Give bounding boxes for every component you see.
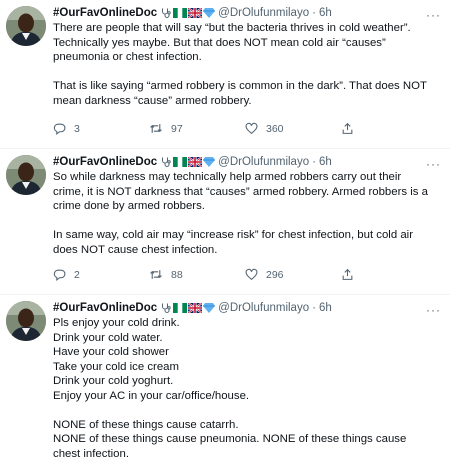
tweet-actions: 2 88 296 [53, 268, 401, 281]
separator-dot: · [312, 6, 316, 19]
tweet-paragraph: So while darkness may technically help a… [53, 171, 432, 212]
share-button[interactable] [341, 122, 401, 135]
reply-count: 2 [74, 268, 80, 281]
badges [160, 302, 216, 314]
tweet-paragraph: There are people that will say “but the … [53, 22, 414, 63]
like-count: 296 [266, 268, 284, 281]
badges [160, 156, 216, 168]
avatar[interactable] [6, 155, 46, 195]
blue-diamond-icon [203, 302, 216, 313]
tweet[interactable]: #OurFavOnlineDoc @DrOlufunmilayo · 6h ··… [0, 295, 450, 474]
tweet-text: Pls enjoy your cold drink. Drink your co… [53, 316, 433, 461]
tweet[interactable]: #OurFavOnlineDoc @DrOlufunmilayo · 6h ··… [0, 149, 450, 294]
tweet-actions: 3 97 360 [53, 122, 401, 135]
author-name[interactable]: #OurFavOnlineDoc [53, 156, 157, 168]
author-name[interactable]: #OurFavOnlineDoc [53, 302, 157, 314]
timestamp[interactable]: 6h [319, 302, 332, 314]
separator-dot: · [312, 301, 316, 314]
tweet-header: #OurFavOnlineDoc @DrOlufunmilayo · 6h ··… [53, 153, 440, 172]
heart-icon [245, 122, 258, 135]
timestamp[interactable]: 6h [319, 156, 332, 168]
badges [160, 7, 216, 19]
tweet-text: There are people that will say “but the … [53, 21, 433, 108]
retweet-icon [150, 270, 162, 279]
share-icon [342, 268, 353, 280]
uk-flag-icon [188, 302, 203, 313]
heart-icon [245, 268, 258, 281]
author-handle[interactable]: @DrOlufunmilayo [218, 302, 309, 314]
blue-diamond-icon [203, 156, 216, 167]
stethoscope-icon [162, 157, 171, 167]
nigeria-flag-icon [173, 156, 188, 167]
avatar[interactable] [6, 6, 46, 46]
timestamp[interactable]: 6h [319, 7, 332, 19]
nigeria-flag-icon [173, 7, 188, 18]
uk-flag-icon [188, 7, 203, 18]
tweet-body: #OurFavOnlineDoc @DrOlufunmilayo · 6h ··… [53, 299, 440, 461]
blue-diamond-icon [203, 7, 216, 18]
more-options-icon[interactable]: ··· [426, 8, 441, 22]
stethoscope-icon [162, 303, 171, 313]
retweet-button[interactable]: 97 [149, 122, 245, 135]
tweet[interactable]: #OurFavOnlineDoc @DrOlufunmilayo · 6h ··… [0, 0, 450, 148]
separator-dot: · [312, 155, 316, 168]
tweet-body: #OurFavOnlineDoc @DrOlufunmilayo · 6h ··… [53, 4, 440, 108]
tweet-header: #OurFavOnlineDoc @DrOlufunmilayo · 6h ··… [53, 4, 440, 23]
more-options-icon[interactable]: ··· [426, 157, 441, 171]
retweet-count: 88 [171, 268, 183, 281]
author-handle[interactable]: @DrOlufunmilayo [218, 7, 309, 19]
share-button[interactable] [341, 268, 401, 281]
like-count: 360 [266, 122, 284, 135]
uk-flag-icon [188, 156, 203, 167]
avatar[interactable] [6, 301, 46, 341]
tweet-paragraph: In same way, cold air may “increase risk… [53, 229, 417, 256]
reply-button[interactable]: 3 [53, 122, 149, 135]
author-name[interactable]: #OurFavOnlineDoc [53, 7, 157, 19]
stethoscope-icon [162, 8, 171, 18]
share-icon [342, 122, 353, 134]
retweet-icon [150, 124, 162, 133]
tweet-paragraph: NONE of these things cause catarrh. NONE… [53, 418, 407, 460]
reply-count: 3 [74, 122, 80, 135]
tweet-thread: #OurFavOnlineDoc @DrOlufunmilayo · 6h ··… [0, 0, 450, 474]
reply-icon [53, 269, 66, 281]
tweet-body: #OurFavOnlineDoc @DrOlufunmilayo · 6h ··… [53, 153, 440, 257]
retweet-button[interactable]: 88 [149, 268, 245, 281]
tweet-paragraph: That is like saying “armed robbery is co… [53, 80, 430, 107]
more-options-icon[interactable]: ··· [426, 303, 441, 317]
author-handle[interactable]: @DrOlufunmilayo [218, 156, 309, 168]
like-button[interactable]: 296 [245, 268, 341, 281]
tweet-text: So while darkness may technically help a… [53, 170, 433, 257]
reply-button[interactable]: 2 [53, 268, 149, 281]
tweet-paragraph: Pls enjoy your cold drink. Drink your co… [53, 317, 250, 402]
nigeria-flag-icon [173, 302, 188, 313]
retweet-count: 97 [171, 122, 183, 135]
like-button[interactable]: 360 [245, 122, 341, 135]
tweet-header: #OurFavOnlineDoc @DrOlufunmilayo · 6h ··… [53, 299, 440, 318]
reply-icon [53, 123, 66, 135]
